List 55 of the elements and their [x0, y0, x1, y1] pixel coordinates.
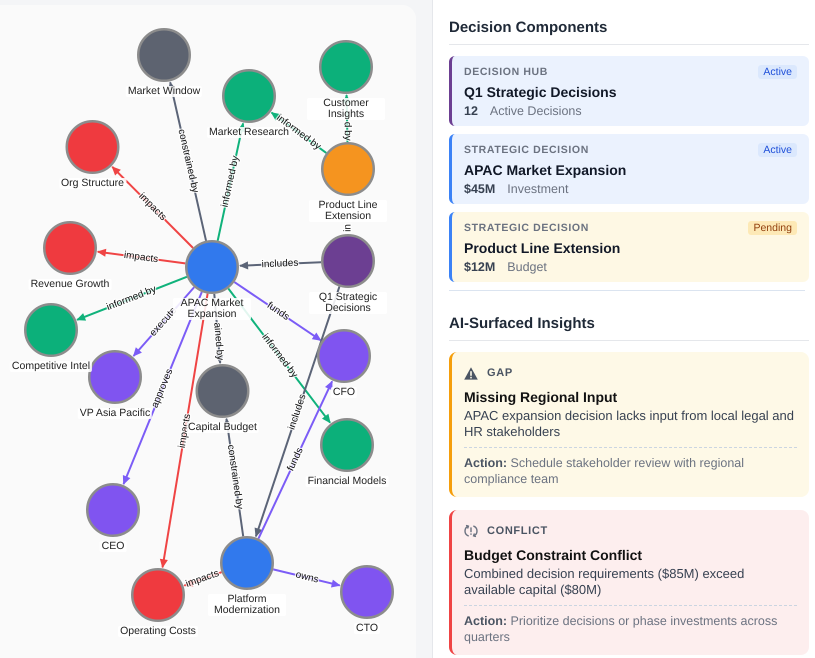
- edge-label: impacts: [184, 568, 221, 590]
- node-label: Market Window: [126, 86, 202, 97]
- component-value: 12: [464, 103, 478, 119]
- warning-icon: [464, 366, 478, 380]
- node-label: Competitive Intel: [10, 361, 92, 372]
- node-label: VP Asia Pacific: [78, 408, 152, 419]
- status-badge: Active: [758, 65, 797, 79]
- edge-label: d by: [342, 122, 353, 141]
- component-type: STRATEGIC DECISION: [464, 221, 589, 235]
- component-title: Product Line Extension: [464, 239, 622, 258]
- component-card[interactable]: STRATEGIC DECISION Active APAC Market Expansion $45M Investment: [449, 134, 809, 204]
- component-value: $45M: [464, 181, 496, 197]
- node-label: CTO: [354, 623, 380, 634]
- circular-arrows-alert-icon: [464, 524, 478, 538]
- component-type: DECISION HUB: [464, 65, 548, 79]
- edge-label: constrained by: [224, 444, 245, 510]
- component-unit: Investment: [507, 181, 568, 197]
- edge-label: in: [342, 224, 354, 232]
- insight-tag: CONFLICT: [487, 522, 548, 540]
- node-label: Org Structure: [58, 178, 126, 189]
- node-label: Q1 Strategic Decisions: [309, 292, 387, 314]
- insight-action: Action: Prioritize decisions or phase investments across quarters: [464, 613, 778, 645]
- component-card[interactable]: STRATEGIC DECISION Pending Product Line Extension $12M Budget: [449, 212, 809, 282]
- edge-label: includes: [261, 258, 299, 270]
- edge-label: owns: [294, 569, 320, 586]
- component-title: APAC Market Expansion: [464, 161, 628, 180]
- insight-description: Combined decision requirements ($85M) exceed available capital ($80M): [464, 566, 746, 598]
- node-label: Capital Budget: [186, 422, 259, 433]
- node-label: Product Line Extension: [309, 200, 387, 222]
- status-badge: Active: [758, 143, 797, 157]
- edge-label: informed by: [220, 154, 242, 208]
- node-label: Platform Modernization: [208, 594, 286, 616]
- section-heading: AI-Surfaced Insights: [449, 314, 596, 334]
- insight-title: Missing Regional Input: [464, 388, 618, 407]
- component-card[interactable]: DECISION HUB Active Q1 Strategic Decisions 12 Active Decisions: [449, 56, 809, 126]
- node-label: Financial Models: [306, 476, 388, 487]
- node-label: CEO: [100, 541, 126, 552]
- node-label: Revenue Growth: [28, 279, 112, 290]
- edge-label: funds: [285, 446, 306, 473]
- edge-label: impacts: [123, 250, 159, 266]
- node-label: Customer Insights: [307, 98, 385, 120]
- component-unit: Active Decisions: [490, 103, 582, 119]
- component-value: $12M: [464, 259, 496, 275]
- node-label: Operating Costs: [118, 626, 198, 637]
- insight-action: Action: Schedule stakeholder review with regional compliance team: [464, 455, 746, 487]
- section-heading: Decision Components: [449, 18, 608, 38]
- status-badge: Pending: [748, 221, 797, 235]
- edge-label: ained by: [211, 322, 226, 361]
- component-type: STRATEGIC DECISION: [464, 143, 589, 157]
- insight-description: APAC expansion decision lacks input from local legal and HR stakeholders: [464, 408, 795, 440]
- node-label: CFO: [330, 387, 358, 398]
- component-title: Q1 Strategic Decisions: [464, 83, 618, 102]
- insight-tag: GAP: [487, 364, 513, 382]
- component-unit: Budget: [507, 259, 547, 275]
- insight-title: Budget Constraint Conflict: [464, 546, 644, 565]
